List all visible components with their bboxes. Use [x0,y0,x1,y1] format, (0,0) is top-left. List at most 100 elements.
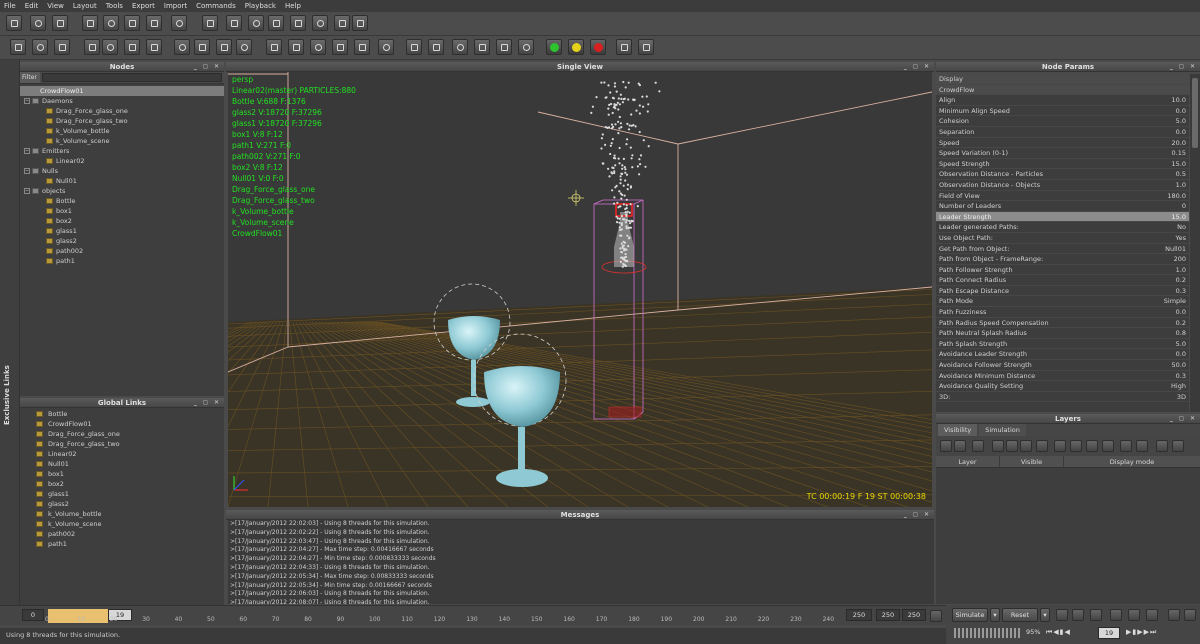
menu-item-help[interactable]: Help [285,2,301,10]
sim-tool-3-icon[interactable] [1090,609,1102,621]
secondary-tool-9-icon[interactable] [194,39,210,55]
param-row[interactable]: Speed 20.0 [936,138,1189,149]
param-row[interactable]: Path Mode Simple [936,296,1189,308]
layer-tool-14-icon[interactable] [1156,440,1168,452]
param-row[interactable]: Avoidance Leader Strength 0.0 [936,349,1189,361]
main-tool-7-icon[interactable] [146,15,162,31]
secondary-tool-12-icon[interactable] [266,39,282,55]
param-value[interactable]: 0.2 [1176,318,1186,328]
params-section-display[interactable]: Display [936,74,1189,85]
param-value[interactable]: 5.0 [1176,116,1186,126]
tab-visibility[interactable]: Visibility [938,424,978,436]
global-link-item[interactable]: Drag_Force_glass_one [20,429,224,439]
layer-tool-5-icon[interactable] [1006,440,1018,452]
param-row[interactable]: Path Follower Strength 1.0 [936,265,1189,276]
secondary-tool-13-icon[interactable] [288,39,304,55]
node-tree-item[interactable]: box1 [20,206,224,216]
node-tree-item[interactable]: box2 [20,216,224,226]
main-tool-13-icon[interactable] [290,15,306,31]
main-tool-5-icon[interactable] [103,15,119,31]
sim-tool-4-icon[interactable] [1110,609,1122,621]
main-tool-15-icon[interactable] [334,15,350,31]
node-tree-item[interactable]: Drag_Force_glass_two [20,116,224,126]
main-tool-2-icon[interactable] [30,15,46,31]
param-row[interactable]: Leader generated Paths: No [936,222,1189,233]
panel-controls[interactable]: _ ◻ ✕ [1170,414,1197,424]
param-value[interactable]: 50.0 [1172,360,1186,370]
param-value[interactable]: 0.2 [1176,275,1186,285]
main-tool-9-icon[interactable] [202,15,218,31]
global-link-item[interactable]: glass1 [20,489,224,499]
secondary-tool-1-icon[interactable] [10,39,26,55]
param-value[interactable]: 5.0 [1176,339,1186,349]
main-tool-1-icon[interactable] [6,15,22,31]
node-tree-item[interactable]: − Nulls [20,166,224,176]
start-frame-field[interactable]: 0 [22,609,44,621]
secondary-tool-6-icon[interactable] [124,39,140,55]
reset-button[interactable]: Reset [1002,608,1038,622]
param-value[interactable]: 0.0 [1176,127,1186,137]
param-value[interactable]: 20.0 [1172,138,1186,148]
menu-item-playback[interactable]: Playback [245,2,276,10]
range-end-a[interactable]: 250 [876,609,900,621]
expand-toggle-icon[interactable]: − [24,98,30,104]
menu-item-export[interactable]: Export [132,2,155,10]
panel-controls[interactable]: _ ◻ ✕ [1170,62,1197,72]
expand-toggle-icon[interactable]: − [24,188,30,194]
main-tool-8-icon[interactable] [171,15,187,31]
end-frame-field[interactable]: 250 [846,609,872,621]
main-tool-11-icon[interactable] [248,15,264,31]
node-tree-item[interactable]: − objects [20,186,224,196]
secondary-tool-7-icon[interactable] [146,39,162,55]
param-value[interactable]: 0.0 [1176,307,1186,317]
node-tree-item[interactable]: k_Volume_bottle [20,126,224,136]
layer-tool-15-icon[interactable] [1172,440,1184,452]
param-value[interactable]: No [1177,222,1186,232]
panel-controls[interactable]: _ ◻ ✕ [194,398,221,408]
param-value[interactable]: High [1171,381,1186,391]
secondary-tool-24-icon[interactable] [546,39,562,55]
param-value[interactable]: 0.0 [1176,349,1186,359]
panel-controls[interactable]: _ ◻ ✕ [904,510,931,520]
secondary-tool-23-icon[interactable] [518,39,534,55]
panel-controls[interactable]: _ ◻ ✕ [904,62,931,72]
param-row[interactable]: Path Escape Distance 0.3 [936,286,1189,297]
secondary-tool-11-icon[interactable] [236,39,252,55]
param-value[interactable]: 3D [1177,392,1186,402]
main-tool-12-icon[interactable] [268,15,284,31]
sim-tool-6-icon[interactable] [1146,609,1158,621]
node-tree-item[interactable]: Bottle [20,196,224,206]
param-value[interactable]: Null01 [1165,244,1186,254]
layer-tool-6-icon[interactable] [1020,440,1032,452]
secondary-tool-25-icon[interactable] [568,39,584,55]
node-tree-item[interactable]: − Daemons [20,96,224,106]
secondary-tool-2-icon[interactable] [32,39,48,55]
secondary-tool-20-icon[interactable] [452,39,468,55]
filter-button[interactable]: Filter [20,72,40,83]
menu-item-tools[interactable]: Tools [106,2,123,10]
param-row[interactable]: Number of Leaders 0 [936,201,1189,212]
secondary-tool-8-icon[interactable] [174,39,190,55]
param-row[interactable]: Avoidance Quality Setting High [936,381,1189,392]
menu-item-import[interactable]: Import [164,2,187,10]
layer-tool-4-icon[interactable] [992,440,1004,452]
main-tool-4-icon[interactable] [82,15,98,31]
sim-tool-5-icon[interactable] [1128,609,1140,621]
menu-item-view[interactable]: View [47,2,64,10]
param-value[interactable]: Simple [1164,296,1186,306]
layer-tool-9-icon[interactable] [1070,440,1082,452]
menu-item-file[interactable]: File [4,2,16,10]
param-value[interactable]: 180.0 [1167,191,1186,201]
param-row[interactable]: Path Neutral Splash Radius 0.8 [936,328,1189,339]
param-row[interactable]: Separation 0.0 [936,127,1189,138]
param-row[interactable]: Path Splash Strength 5.0 [936,339,1189,350]
node-tree-item[interactable]: path1 [20,256,224,266]
param-value[interactable]: 0 [1182,201,1186,211]
params-scroll-thumb[interactable] [1192,78,1198,148]
node-tree-item[interactable]: Drag_Force_glass_one [20,106,224,116]
param-row[interactable]: Observation Distance - Particles 0.5 [936,169,1189,180]
param-row[interactable]: Path Radius Speed Compensation 0.2 [936,318,1189,329]
global-link-item[interactable]: path002 [20,529,224,539]
param-row[interactable]: Leader Strength 15.0 [936,211,1189,223]
node-tree-item[interactable]: k_Volume_scene [20,136,224,146]
